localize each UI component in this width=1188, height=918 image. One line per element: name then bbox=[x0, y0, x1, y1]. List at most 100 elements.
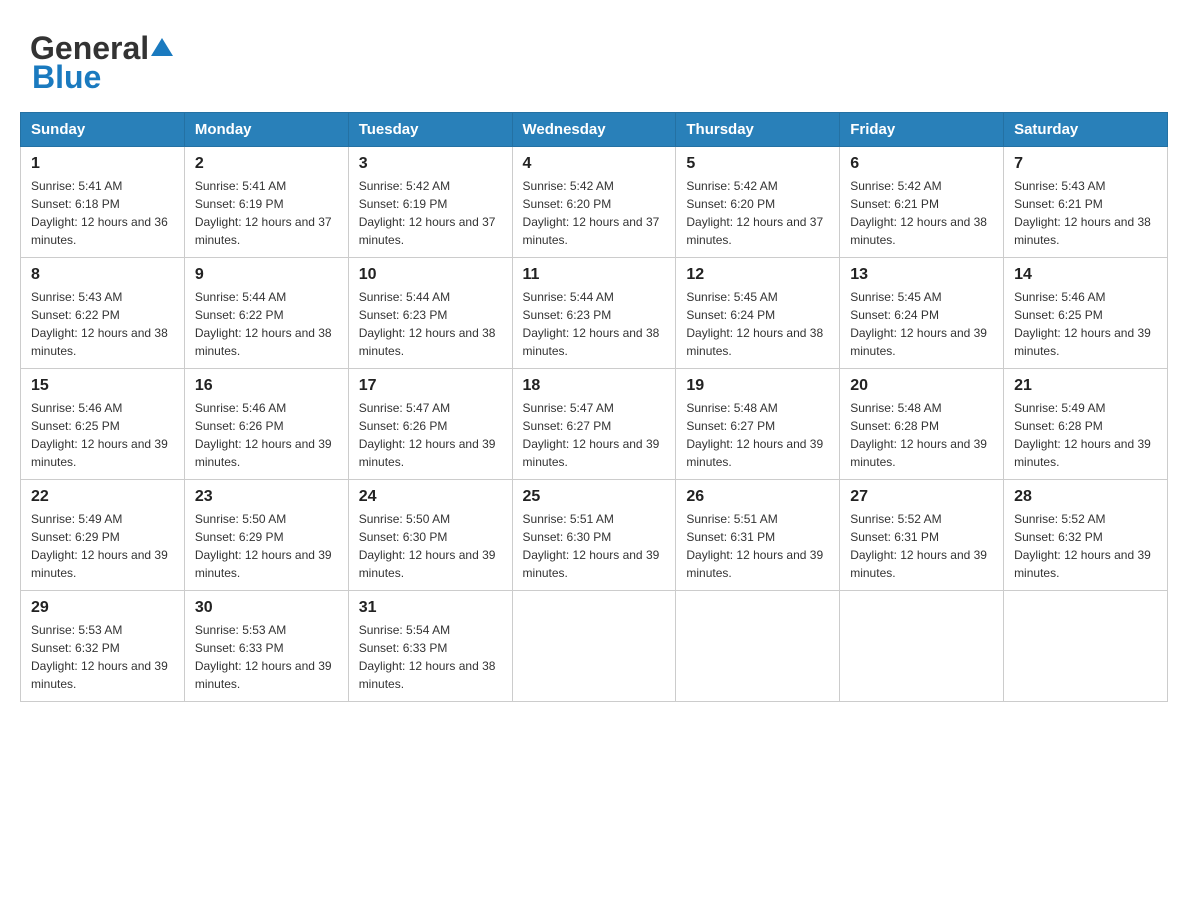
day-cell: 5 Sunrise: 5:42 AMSunset: 6:20 PMDaylight… bbox=[676, 147, 840, 258]
day-info: Sunrise: 5:45 AMSunset: 6:24 PMDaylight:… bbox=[686, 288, 829, 360]
day-cell: 31 Sunrise: 5:54 AMSunset: 6:33 PMDayligh… bbox=[348, 591, 512, 702]
logo-blue: Blue bbox=[32, 59, 101, 96]
day-cell bbox=[1004, 591, 1168, 702]
day-cell: 10Sunrise: 5:44 AMSunset: 6:23 PMDayligh… bbox=[348, 258, 512, 369]
day-number: 9 bbox=[195, 266, 338, 284]
day-info: Sunrise: 5:51 AMSunset: 6:30 PMDaylight:… bbox=[523, 510, 666, 582]
day-number: 27 bbox=[850, 488, 993, 506]
week-row-4: 22Sunrise: 5:49 AMSunset: 6:29 PMDayligh… bbox=[21, 480, 1168, 591]
day-info: Sunrise: 5:41 AMSunset: 6:19 PMDaylight:… bbox=[195, 177, 338, 249]
day-number: 5 bbox=[686, 155, 829, 173]
day-info: Sunrise: 5:46 AMSunset: 6:25 PMDaylight:… bbox=[1014, 288, 1157, 360]
day-cell: 28 Sunrise: 5:52 AMSunset: 6:32 PMDayligh… bbox=[1004, 480, 1168, 591]
day-info: Sunrise: 5:54 AMSunset: 6:33 PMDaylight:… bbox=[359, 621, 502, 693]
day-number: 2 bbox=[195, 155, 338, 173]
day-cell: 22Sunrise: 5:49 AMSunset: 6:29 PMDayligh… bbox=[21, 480, 185, 591]
col-header-tuesday: Tuesday bbox=[348, 113, 512, 147]
day-info: Sunrise: 5:48 AMSunset: 6:27 PMDaylight:… bbox=[686, 399, 829, 471]
day-cell: 13 Sunrise: 5:45 AMSunset: 6:24 PMDayligh… bbox=[840, 258, 1004, 369]
day-number: 13 bbox=[850, 266, 993, 284]
day-cell: 12Sunrise: 5:45 AMSunset: 6:24 PMDayligh… bbox=[676, 258, 840, 369]
day-cell: 2 Sunrise: 5:41 AMSunset: 6:19 PMDaylight… bbox=[184, 147, 348, 258]
day-number: 24 bbox=[359, 488, 502, 506]
day-number: 8 bbox=[31, 266, 174, 284]
day-info: Sunrise: 5:42 AMSunset: 6:21 PMDaylight:… bbox=[850, 177, 993, 249]
day-info: Sunrise: 5:44 AMSunset: 6:23 PMDaylight:… bbox=[359, 288, 502, 360]
day-cell: 6 Sunrise: 5:42 AMSunset: 6:21 PMDaylight… bbox=[840, 147, 1004, 258]
day-number: 6 bbox=[850, 155, 993, 173]
col-header-thursday: Thursday bbox=[676, 113, 840, 147]
day-cell: 21Sunrise: 5:49 AMSunset: 6:28 PMDayligh… bbox=[1004, 369, 1168, 480]
day-cell: 18 Sunrise: 5:47 AMSunset: 6:27 PMDayligh… bbox=[512, 369, 676, 480]
logo-icon bbox=[151, 36, 173, 58]
logo: General Blue bbox=[30, 30, 173, 96]
col-header-sunday: Sunday bbox=[21, 113, 185, 147]
day-cell: 16Sunrise: 5:46 AMSunset: 6:26 PMDayligh… bbox=[184, 369, 348, 480]
header: General Blue bbox=[20, 20, 1168, 96]
day-cell: 25Sunrise: 5:51 AMSunset: 6:30 PMDayligh… bbox=[512, 480, 676, 591]
day-cell: 11 Sunrise: 5:44 AMSunset: 6:23 PMDayligh… bbox=[512, 258, 676, 369]
day-info: Sunrise: 5:45 AMSunset: 6:24 PMDaylight:… bbox=[850, 288, 993, 360]
day-info: Sunrise: 5:44 AMSunset: 6:22 PMDaylight:… bbox=[195, 288, 338, 360]
day-cell: 30 Sunrise: 5:53 AMSunset: 6:33 PMDayligh… bbox=[184, 591, 348, 702]
day-info: Sunrise: 5:42 AMSunset: 6:20 PMDaylight:… bbox=[686, 177, 829, 249]
week-row-1: 1 Sunrise: 5:41 AMSunset: 6:18 PMDaylight… bbox=[21, 147, 1168, 258]
day-number: 28 bbox=[1014, 488, 1157, 506]
day-number: 20 bbox=[850, 377, 993, 395]
day-info: Sunrise: 5:46 AMSunset: 6:26 PMDaylight:… bbox=[195, 399, 338, 471]
day-number: 4 bbox=[523, 155, 666, 173]
day-number: 31 bbox=[359, 599, 502, 617]
day-info: Sunrise: 5:43 AMSunset: 6:21 PMDaylight:… bbox=[1014, 177, 1157, 249]
day-info: Sunrise: 5:43 AMSunset: 6:22 PMDaylight:… bbox=[31, 288, 174, 360]
week-row-2: 8 Sunrise: 5:43 AMSunset: 6:22 PMDaylight… bbox=[21, 258, 1168, 369]
day-info: Sunrise: 5:50 AMSunset: 6:29 PMDaylight:… bbox=[195, 510, 338, 582]
day-info: Sunrise: 5:46 AMSunset: 6:25 PMDaylight:… bbox=[31, 399, 174, 471]
day-number: 29 bbox=[31, 599, 174, 617]
day-cell: 27 Sunrise: 5:52 AMSunset: 6:31 PMDayligh… bbox=[840, 480, 1004, 591]
day-cell bbox=[676, 591, 840, 702]
col-header-saturday: Saturday bbox=[1004, 113, 1168, 147]
day-number: 11 bbox=[523, 266, 666, 284]
day-number: 3 bbox=[359, 155, 502, 173]
col-header-monday: Monday bbox=[184, 113, 348, 147]
col-header-friday: Friday bbox=[840, 113, 1004, 147]
day-info: Sunrise: 5:52 AMSunset: 6:31 PMDaylight:… bbox=[850, 510, 993, 582]
day-cell bbox=[512, 591, 676, 702]
day-number: 1 bbox=[31, 155, 174, 173]
day-number: 23 bbox=[195, 488, 338, 506]
day-number: 18 bbox=[523, 377, 666, 395]
day-number: 26 bbox=[686, 488, 829, 506]
day-number: 7 bbox=[1014, 155, 1157, 173]
day-number: 14 bbox=[1014, 266, 1157, 284]
day-cell: 7 Sunrise: 5:43 AMSunset: 6:21 PMDaylight… bbox=[1004, 147, 1168, 258]
col-header-wednesday: Wednesday bbox=[512, 113, 676, 147]
day-info: Sunrise: 5:50 AMSunset: 6:30 PMDaylight:… bbox=[359, 510, 502, 582]
week-row-3: 15Sunrise: 5:46 AMSunset: 6:25 PMDayligh… bbox=[21, 369, 1168, 480]
day-info: Sunrise: 5:53 AMSunset: 6:33 PMDaylight:… bbox=[195, 621, 338, 693]
day-number: 21 bbox=[1014, 377, 1157, 395]
day-cell: 24 Sunrise: 5:50 AMSunset: 6:30 PMDayligh… bbox=[348, 480, 512, 591]
day-cell: 14 Sunrise: 5:46 AMSunset: 6:25 PMDayligh… bbox=[1004, 258, 1168, 369]
header-row: SundayMondayTuesdayWednesdayThursdayFrid… bbox=[21, 113, 1168, 147]
day-cell: 1 Sunrise: 5:41 AMSunset: 6:18 PMDaylight… bbox=[21, 147, 185, 258]
day-number: 22 bbox=[31, 488, 174, 506]
day-cell: 23 Sunrise: 5:50 AMSunset: 6:29 PMDayligh… bbox=[184, 480, 348, 591]
day-cell: 15Sunrise: 5:46 AMSunset: 6:25 PMDayligh… bbox=[21, 369, 185, 480]
day-cell bbox=[840, 591, 1004, 702]
day-info: Sunrise: 5:48 AMSunset: 6:28 PMDaylight:… bbox=[850, 399, 993, 471]
day-cell: 29Sunrise: 5:53 AMSunset: 6:32 PMDayligh… bbox=[21, 591, 185, 702]
day-info: Sunrise: 5:47 AMSunset: 6:27 PMDaylight:… bbox=[523, 399, 666, 471]
calendar-table: SundayMondayTuesdayWednesdayThursdayFrid… bbox=[20, 112, 1168, 702]
day-cell: 8 Sunrise: 5:43 AMSunset: 6:22 PMDaylight… bbox=[21, 258, 185, 369]
day-number: 30 bbox=[195, 599, 338, 617]
day-info: Sunrise: 5:52 AMSunset: 6:32 PMDaylight:… bbox=[1014, 510, 1157, 582]
day-info: Sunrise: 5:44 AMSunset: 6:23 PMDaylight:… bbox=[523, 288, 666, 360]
week-row-5: 29Sunrise: 5:53 AMSunset: 6:32 PMDayligh… bbox=[21, 591, 1168, 702]
day-cell: 17Sunrise: 5:47 AMSunset: 6:26 PMDayligh… bbox=[348, 369, 512, 480]
day-number: 19 bbox=[686, 377, 829, 395]
day-cell: 26Sunrise: 5:51 AMSunset: 6:31 PMDayligh… bbox=[676, 480, 840, 591]
day-cell: 20 Sunrise: 5:48 AMSunset: 6:28 PMDayligh… bbox=[840, 369, 1004, 480]
day-cell: 19 Sunrise: 5:48 AMSunset: 6:27 PMDayligh… bbox=[676, 369, 840, 480]
day-info: Sunrise: 5:41 AMSunset: 6:18 PMDaylight:… bbox=[31, 177, 174, 249]
day-info: Sunrise: 5:42 AMSunset: 6:20 PMDaylight:… bbox=[523, 177, 666, 249]
